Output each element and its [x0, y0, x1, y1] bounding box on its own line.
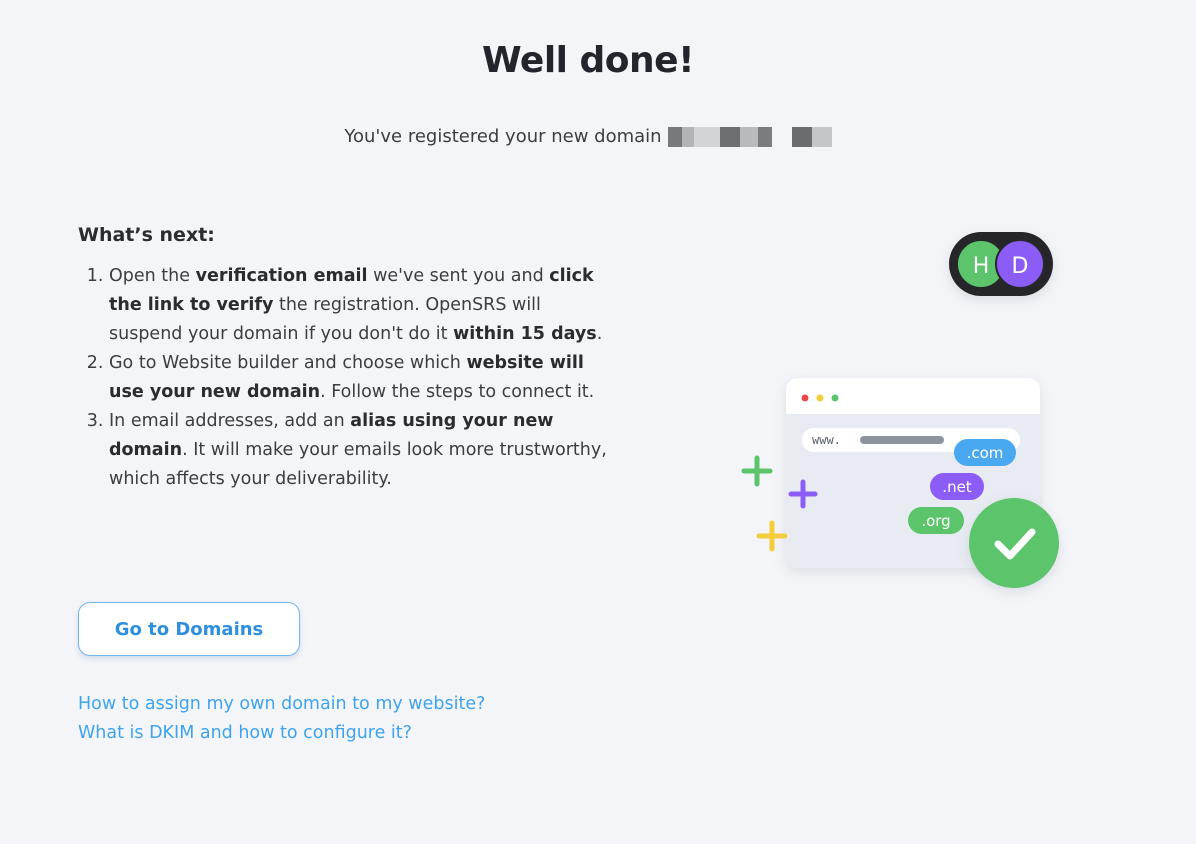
url-prefix: www.: [812, 433, 841, 447]
window-minimize-dot: [816, 394, 824, 402]
dkim-help-link[interactable]: What is DKIM and how to configure it?: [78, 723, 412, 743]
tld-net-label: .net: [942, 478, 972, 496]
go-to-domains-button[interactable]: Go to Domains: [78, 602, 300, 656]
plus-yellow-icon: [756, 520, 788, 552]
tld-com-badge: .com: [954, 439, 1016, 466]
assign-domain-help-link[interactable]: How to assign my own domain to my websit…: [78, 694, 485, 714]
list-item: In email addresses, add an alias using y…: [109, 407, 609, 494]
step-text: Open the: [109, 266, 196, 286]
list-item: Open the verification email we've sent y…: [109, 262, 609, 349]
tld-org-label: .org: [921, 512, 950, 530]
success-check-icon: [969, 498, 1059, 588]
page-title: Well done!: [481, 40, 695, 81]
tld-org-badge: .org: [908, 507, 964, 534]
domain-illustration: H D www. .com .net .org: [741, 232, 1059, 588]
step-emphasis: within 15 days: [453, 324, 597, 344]
whats-next-heading: What’s next:: [78, 224, 215, 246]
step-text: In email addresses, add an: [109, 411, 351, 431]
avatars-pill: H D: [949, 232, 1053, 296]
url-placeholder-bar: [860, 436, 944, 444]
window-maximize-dot: [831, 394, 839, 402]
step-emphasis: verification email: [195, 266, 368, 286]
registration-text: You've registered your new domain: [344, 126, 662, 147]
registration-message: You've registered your new domain: [0, 126, 1176, 147]
window-close-dot: [801, 394, 809, 402]
list-item: Go to Website builder and choose which w…: [109, 349, 609, 407]
tld-net-badge: .net: [930, 473, 984, 500]
step-text: Go to Website builder and choose which: [109, 353, 467, 373]
tld-com-label: .com: [967, 444, 1004, 462]
next-steps-list: Open the verification email we've sent y…: [78, 262, 609, 494]
step-text: we've sent you and: [367, 266, 550, 286]
avatar-h-initial: H: [973, 254, 990, 279]
step-text: . It will make your emails look more tru…: [109, 440, 607, 489]
redacted-domain-name: [667, 126, 832, 147]
step-text: . Follow the steps to connect it.: [320, 382, 595, 402]
plus-green-icon: [741, 455, 773, 487]
avatar-d-initial: D: [1012, 254, 1029, 279]
step-text: .: [596, 324, 603, 344]
